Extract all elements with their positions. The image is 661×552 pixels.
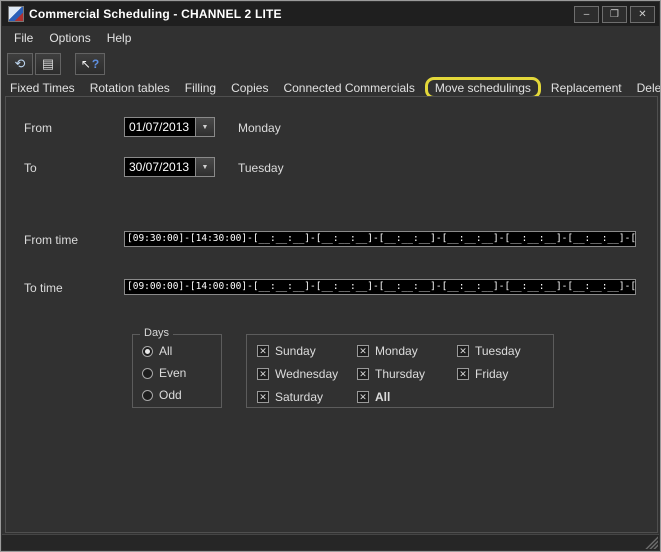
days-group-box: Days All Even Odd (132, 334, 222, 408)
checkbox-tuesday[interactable]: ✕ Tuesday (457, 344, 521, 358)
menu-options[interactable]: Options (41, 28, 98, 48)
checkbox-friday[interactable]: ✕ Friday (457, 367, 508, 381)
to-date-dropdown-button[interactable]: ▼ (195, 158, 214, 176)
title-bar: Commercial Scheduling - CHANNEL 2 LITE –… (2, 2, 659, 26)
menu-help[interactable]: Help (99, 28, 140, 48)
from-label: From (24, 121, 52, 135)
radio-button-icon[interactable] (142, 390, 153, 401)
from-time-label: From time (24, 233, 78, 247)
context-help-button[interactable]: ↖ ? (75, 53, 105, 75)
radio-all[interactable]: All (142, 344, 172, 358)
resize-grip[interactable] (645, 536, 658, 549)
to-time-input[interactable]: [09:00:00]-[14:00:00]-[__:__:__]-[__:__:… (124, 279, 636, 295)
checkbox-label: Thursday (375, 367, 425, 381)
checkbox-label: All (375, 390, 390, 404)
move-schedulings-panel: From 01/07/2013 ▼ Monday To 30/07/2013 ▼… (5, 96, 658, 533)
chevron-down-icon: ▼ (202, 164, 209, 171)
report-list-icon: ▤ (42, 56, 54, 72)
to-time-label: To time (24, 281, 63, 295)
checkbox-label: Friday (475, 367, 508, 381)
checkbox-mark-icon[interactable]: ✕ (357, 391, 369, 403)
checkbox-wednesday[interactable]: ✕ Wednesday (257, 367, 338, 381)
chevron-down-icon: ▼ (202, 124, 209, 131)
maximize-button[interactable]: ❐ (602, 6, 627, 23)
report-button[interactable]: ▤ (35, 53, 61, 75)
checkbox-mark-icon[interactable]: ✕ (357, 345, 369, 357)
checkbox-label: Saturday (275, 390, 323, 404)
context-help-icon: ↖ (81, 57, 91, 71)
from-day-name: Monday (238, 121, 281, 135)
checkbox-all-days[interactable]: ✕ All (357, 390, 390, 404)
checkbox-sunday[interactable]: ✕ Sunday (257, 344, 316, 358)
radio-button-icon[interactable] (142, 368, 153, 379)
radio-odd[interactable]: Odd (142, 388, 182, 402)
window-title: Commercial Scheduling - CHANNEL 2 LITE (29, 7, 282, 21)
radio-label: Even (159, 366, 186, 380)
checkbox-mark-icon[interactable]: ✕ (257, 368, 269, 380)
checkbox-mark-icon[interactable]: ✕ (257, 391, 269, 403)
tab-bar: Fixed Times Rotation tables Filling Copi… (5, 78, 656, 97)
checkbox-label: Wednesday (275, 367, 338, 381)
toolbar: ⟲ ▤ ↖ ? (2, 50, 659, 78)
checkbox-label: Tuesday (475, 344, 521, 358)
tab-filling[interactable]: Filling (185, 81, 216, 95)
question-mark-icon: ? (92, 57, 99, 71)
to-day-name: Tuesday (238, 161, 284, 175)
minimize-button[interactable]: – (574, 6, 599, 23)
from-date-dropdown-button[interactable]: ▼ (195, 118, 214, 136)
checkbox-mark-icon[interactable]: ✕ (357, 368, 369, 380)
tab-fixed-times[interactable]: Fixed Times (10, 81, 75, 95)
tab-replacement[interactable]: Replacement (551, 81, 622, 95)
tab-copies[interactable]: Copies (231, 81, 268, 95)
tab-rotation-tables[interactable]: Rotation tables (90, 81, 170, 95)
radio-button-icon[interactable] (142, 346, 153, 357)
menu-bar: File Options Help (2, 26, 659, 50)
schedule-button[interactable]: ⟲ (7, 53, 33, 75)
from-time-input[interactable]: [09:30:00]-[14:30:00]-[__:__:__]-[__:__:… (124, 231, 636, 247)
to-date-value[interactable]: 30/07/2013 (125, 158, 195, 176)
app-window: Commercial Scheduling - CHANNEL 2 LITE –… (0, 0, 661, 552)
menu-file[interactable]: File (6, 28, 41, 48)
schedule-clock-icon: ⟲ (15, 56, 26, 72)
from-date-combo[interactable]: 01/07/2013 ▼ (124, 117, 215, 137)
status-bar (2, 534, 659, 550)
close-button[interactable]: ✕ (630, 6, 655, 23)
radio-label: All (159, 344, 172, 358)
checkbox-thursday[interactable]: ✕ Thursday (357, 367, 425, 381)
checkbox-saturday[interactable]: ✕ Saturday (257, 390, 323, 404)
checkbox-mark-icon[interactable]: ✕ (257, 345, 269, 357)
from-date-value[interactable]: 01/07/2013 (125, 118, 195, 136)
days-group-title: Days (140, 327, 173, 339)
to-date-combo[interactable]: 30/07/2013 ▼ (124, 157, 215, 177)
checkbox-label: Monday (375, 344, 418, 358)
tab-connected-commercials[interactable]: Connected Commercials (283, 81, 414, 95)
checkbox-mark-icon[interactable]: ✕ (457, 368, 469, 380)
tab-delete[interactable]: Delete (637, 81, 661, 95)
day-checkboxes-box: ✕ Sunday ✕ Monday ✕ Tuesday ✕ Wednesday … (246, 334, 554, 408)
checkbox-mark-icon[interactable]: ✕ (457, 345, 469, 357)
checkbox-monday[interactable]: ✕ Monday (357, 344, 418, 358)
to-label: To (24, 161, 37, 175)
radio-label: Odd (159, 388, 182, 402)
app-icon (8, 6, 24, 22)
checkbox-label: Sunday (275, 344, 316, 358)
radio-even[interactable]: Even (142, 366, 186, 380)
